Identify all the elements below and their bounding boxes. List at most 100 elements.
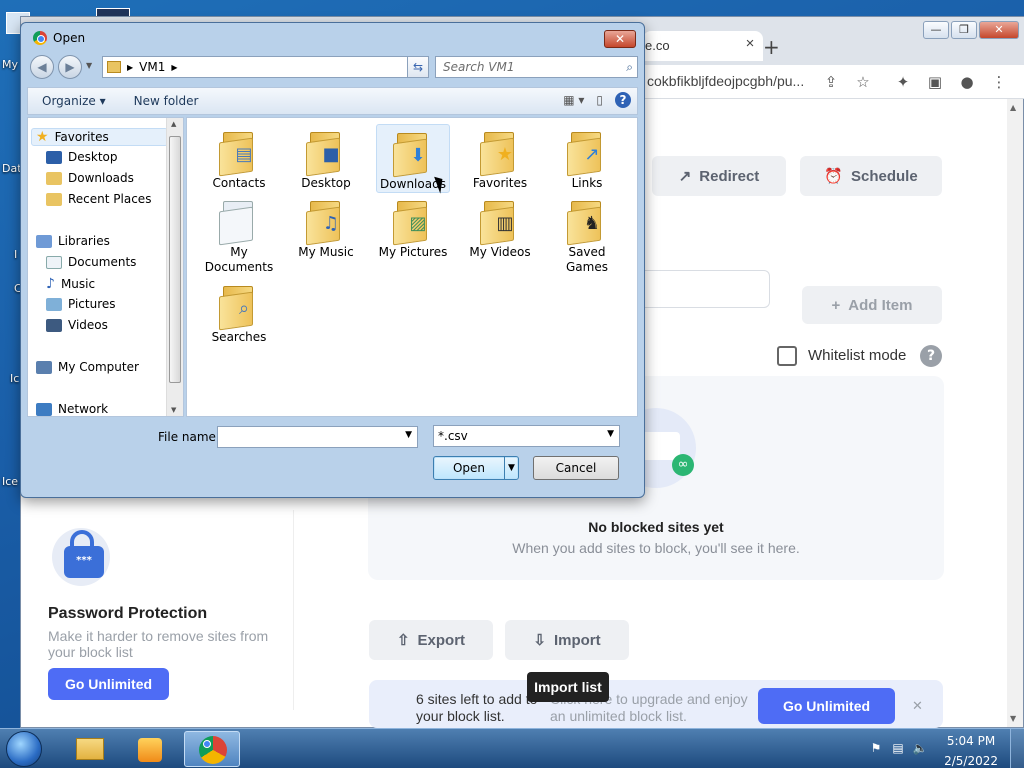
profile-avatar-icon[interactable]: ● bbox=[957, 72, 977, 92]
folder-item-my-music[interactable]: ♫ My Music bbox=[289, 193, 363, 260]
folder-label: Saved Games bbox=[566, 245, 608, 274]
preview-pane-icon[interactable]: ▯ bbox=[596, 93, 603, 107]
folder-item-contacts[interactable]: ▤ Contacts bbox=[202, 124, 276, 191]
nav-item-network[interactable]: Network bbox=[36, 402, 108, 416]
folder-item-links[interactable]: ↗ Links bbox=[550, 124, 624, 191]
folder-label: My Music bbox=[298, 245, 354, 259]
star-icon: ★ bbox=[36, 129, 49, 145]
network-tray-icon[interactable]: ▤ bbox=[890, 741, 906, 757]
export-button[interactable]: ⇧ Export bbox=[369, 620, 493, 660]
cancel-button[interactable]: Cancel bbox=[533, 456, 619, 480]
nav-item-favorites[interactable]: ★ Favorites bbox=[36, 129, 109, 145]
import-label: Import bbox=[553, 631, 601, 649]
redirect-icon: ↗ bbox=[678, 168, 692, 185]
forward-arrow-icon[interactable]: ▶ bbox=[58, 55, 82, 79]
file-name-dropdown-icon[interactable]: ▼ bbox=[405, 430, 412, 440]
side-panel-icon[interactable]: ▣ bbox=[925, 72, 945, 92]
show-desktop-button[interactable] bbox=[1010, 729, 1024, 768]
page-scrollbar[interactable]: ▲ ▼ bbox=[1007, 99, 1023, 727]
folder-item-saved-games[interactable]: ♞ Saved Games bbox=[550, 193, 624, 275]
folder-item-desktop[interactable]: ■ Desktop bbox=[289, 124, 363, 191]
new-tab-icon[interactable]: + bbox=[763, 35, 780, 59]
chrome-menu-icon[interactable]: ⋮ bbox=[989, 72, 1009, 92]
schedule-button[interactable]: ⏰ Schedule bbox=[800, 156, 942, 196]
folder-item-my-pictures[interactable]: ▨ My Pictures bbox=[376, 193, 450, 260]
dialog-close-button[interactable]: ✕ bbox=[604, 30, 636, 48]
nav-item-recent-places[interactable]: Recent Places bbox=[46, 192, 151, 206]
open-button[interactable]: Open ▼ bbox=[433, 456, 519, 480]
file-explorer-taskbar-icon[interactable] bbox=[62, 731, 118, 767]
add-item-button[interactable]: + Add Item bbox=[802, 286, 942, 324]
search-input[interactable]: Search VM1 ⌕ bbox=[435, 56, 638, 78]
nav-label: Favorites bbox=[54, 130, 109, 144]
back-arrow-icon[interactable]: ◀ bbox=[30, 55, 54, 79]
navigation-scrollbar[interactable]: ▲ ▼ bbox=[166, 118, 183, 416]
action-center-flag-icon[interactable]: ⚑ bbox=[868, 741, 884, 757]
start-button[interactable] bbox=[6, 731, 42, 767]
scroll-down-arrow-icon[interactable]: ▼ bbox=[171, 406, 176, 414]
scroll-up-arrow-icon[interactable]: ▲ bbox=[1010, 103, 1016, 112]
password-title: Password Protection bbox=[48, 605, 208, 622]
folder-item-my-documents[interactable]: My Documents bbox=[202, 193, 276, 275]
browser-tab[interactable]: e.co × bbox=[643, 31, 763, 61]
scrollbar-thumb[interactable] bbox=[169, 136, 181, 383]
scroll-down-arrow-icon[interactable]: ▼ bbox=[1010, 714, 1016, 723]
go-unlimited-small-button[interactable]: Go Unlimited bbox=[48, 668, 169, 700]
new-folder-button[interactable]: New folder bbox=[120, 94, 213, 108]
nav-item-music[interactable]: ♪ Music bbox=[46, 276, 95, 292]
nav-item-videos[interactable]: Videos bbox=[46, 318, 108, 332]
whitelist-checkbox[interactable] bbox=[777, 346, 797, 366]
nav-item-desktop[interactable]: Desktop bbox=[46, 150, 118, 164]
folder-item-my-videos[interactable]: ▥ My Videos bbox=[463, 193, 537, 260]
nav-item-downloads[interactable]: Downloads bbox=[46, 171, 134, 185]
music-note-icon: ♪ bbox=[46, 276, 55, 292]
open-split-arrow-icon[interactable]: ▼ bbox=[504, 457, 518, 479]
share-icon[interactable]: ⇪ bbox=[821, 72, 841, 92]
bookmark-star-icon[interactable]: ☆ bbox=[853, 72, 873, 92]
help-icon[interactable]: ? bbox=[920, 345, 942, 367]
empty-subtitle: When you add sites to block, you'll see … bbox=[512, 540, 800, 556]
nav-label: Desktop bbox=[68, 150, 118, 164]
nav-item-pictures[interactable]: Pictures bbox=[46, 297, 116, 311]
refresh-icon[interactable]: ⇆ bbox=[407, 56, 429, 78]
media-player-taskbar-icon[interactable] bbox=[122, 731, 178, 767]
import-button[interactable]: ⇩ Import bbox=[505, 620, 629, 660]
change-view-icon[interactable]: ▦ ▾ bbox=[563, 93, 584, 107]
file-type-dropdown-icon[interactable]: ▼ bbox=[607, 429, 614, 439]
banner-close-icon[interactable]: ✕ bbox=[912, 699, 923, 714]
close-window-button[interactable]: ✕ bbox=[979, 21, 1019, 39]
folder-item-favorites[interactable]: ★ Favorites bbox=[463, 124, 537, 191]
nav-label: Recent Places bbox=[68, 192, 152, 206]
volume-icon[interactable]: 🔈 bbox=[912, 741, 928, 757]
breadcrumb-separator-icon[interactable]: ▶ bbox=[127, 63, 133, 72]
folder-item-searches[interactable]: ⌕ Searches bbox=[202, 278, 276, 345]
folder-label: Searches bbox=[211, 330, 267, 344]
help-icon[interactable]: ? bbox=[615, 92, 631, 108]
redirect-button[interactable]: ↗ Redirect bbox=[652, 156, 786, 196]
go-unlimited-banner-button[interactable]: Go Unlimited bbox=[758, 688, 895, 724]
search-icon[interactable]: ⌕ bbox=[626, 57, 633, 77]
scroll-up-arrow-icon[interactable]: ▲ bbox=[171, 120, 176, 128]
maximize-button[interactable]: ❐ bbox=[951, 21, 977, 39]
open-file-dialog: Open ✕ ◀ ▶ ▼ ▶ VM1 ▶ ▼ ⇆ Search VM1 ⌕ Or… bbox=[20, 22, 645, 498]
nav-label: Network bbox=[58, 402, 109, 416]
file-type-select[interactable]: *.csv ▼ bbox=[433, 425, 620, 447]
chess-piece-icon: ♞ bbox=[567, 197, 607, 246]
extensions-puzzle-icon[interactable]: ✦ bbox=[893, 72, 913, 92]
url-text[interactable]: cokbfikbljfdeojpcgbh/pu... bbox=[647, 73, 804, 89]
organize-menu[interactable]: Organize ▾ bbox=[28, 94, 120, 108]
nav-item-my-computer[interactable]: My Computer bbox=[36, 360, 139, 374]
breadcrumb-separator-icon[interactable]: ▶ bbox=[171, 63, 177, 72]
minimize-button[interactable]: — bbox=[923, 21, 949, 39]
nav-item-documents[interactable]: Documents bbox=[46, 255, 136, 269]
breadcrumb-item[interactable]: VM1 bbox=[139, 60, 165, 74]
breadcrumb[interactable]: ▶ VM1 ▶ ▼ bbox=[102, 56, 427, 78]
chrome-taskbar-icon[interactable] bbox=[184, 731, 240, 767]
music-note-icon: ♫ bbox=[306, 197, 346, 246]
clock[interactable]: 5:04 PM 2/5/2022 bbox=[944, 733, 998, 768]
recent-dropdown-icon[interactable]: ▼ bbox=[86, 61, 92, 70]
nav-item-libraries[interactable]: Libraries bbox=[36, 234, 110, 248]
search-placeholder: Search VM1 bbox=[443, 60, 515, 74]
tab-close-icon[interactable]: × bbox=[741, 35, 759, 53]
file-name-input[interactable]: ▼ bbox=[217, 426, 418, 448]
